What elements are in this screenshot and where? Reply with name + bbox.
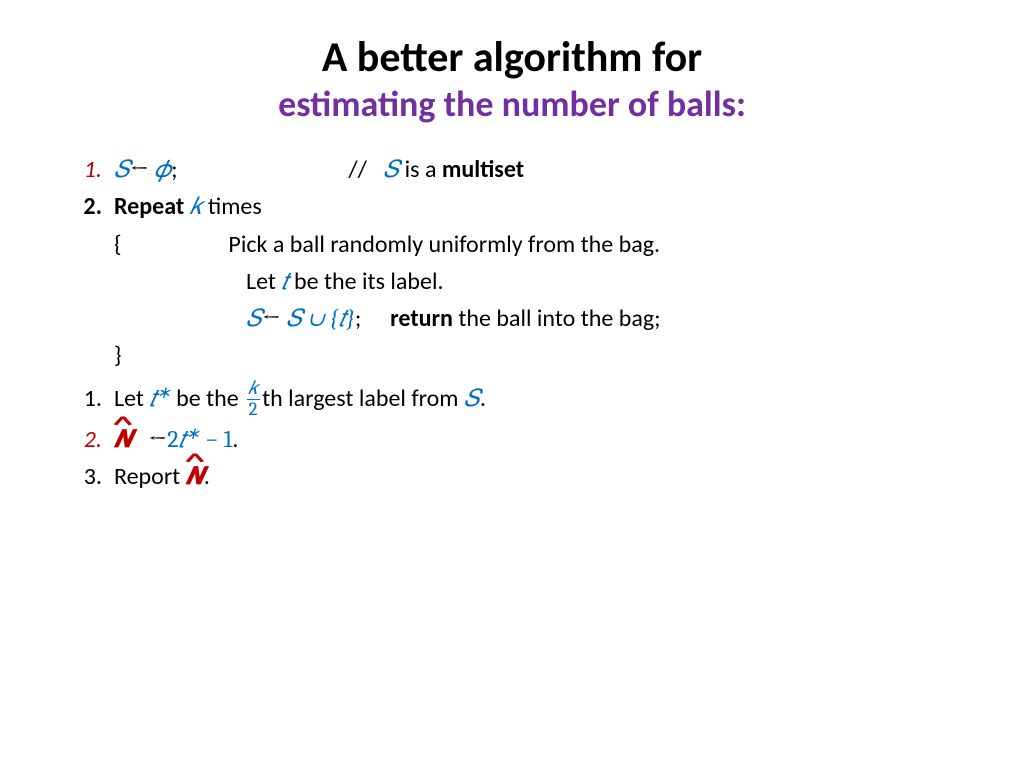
- step-content: Let 𝑡∗ be the 𝑘2th largest label from 𝑆.: [114, 380, 964, 420]
- comment-slashes: //: [348, 155, 367, 184]
- step-number: 2.: [60, 421, 114, 458]
- text-times: times: [202, 192, 261, 221]
- step-content: Let 𝑡 be the its label.: [114, 263, 964, 300]
- step-content: Report 𝑵.: [114, 458, 964, 495]
- var-t: 𝑡: [281, 267, 288, 295]
- var-S-2: 𝑆: [383, 155, 399, 183]
- step-5: 3. Report 𝑵.: [60, 458, 964, 495]
- text-let: Let: [246, 267, 281, 296]
- var-t-star: 𝑡∗: [149, 384, 170, 412]
- slide-title: A better algorithm for estimating the nu…: [60, 34, 964, 127]
- text-return-kw: return: [390, 304, 453, 333]
- var-k: 𝑘: [190, 192, 203, 220]
- semicolon: ;: [355, 304, 361, 333]
- expr-union: 𝑆 ∪ {𝑡}: [286, 304, 355, 332]
- var-phi: 𝜙: [154, 155, 171, 183]
- arrow: ←: [130, 155, 149, 183]
- text-be-label: be the its label.: [289, 267, 444, 296]
- step-content: Repeat 𝑘 times: [114, 188, 964, 225]
- semicolon: ;: [171, 155, 177, 184]
- text-repeat: Repeat: [114, 192, 190, 221]
- rbrace: }: [114, 341, 122, 370]
- step-content: 𝑵 ←2𝑡∗ − 1.: [114, 421, 964, 458]
- var-N-hat: 𝑵: [114, 421, 132, 458]
- text-pick: Pick a ball randomly uniformly from the …: [228, 230, 660, 259]
- var-S: 𝑆: [464, 384, 480, 412]
- step-content: 𝑆← 𝜙; // 𝑆 is a multiset: [114, 151, 964, 188]
- step-2-brace-close: }: [60, 337, 964, 374]
- dot: .: [480, 384, 486, 413]
- step-content: }: [114, 337, 964, 374]
- text-th-largest: th largest label from: [262, 384, 464, 413]
- text-multiset: multiset: [442, 155, 524, 184]
- step-number: 3.: [60, 458, 114, 495]
- step-2-assign: 𝑆← 𝑆 ∪ {𝑡}; return the ball into the bag…: [60, 300, 964, 337]
- arrow: ←: [148, 425, 167, 453]
- text-is-a: is a: [399, 155, 442, 184]
- step-3: 1. Let 𝑡∗ be the 𝑘2th largest label from…: [60, 380, 964, 420]
- arrow: ←: [262, 304, 281, 332]
- step-number: 1.: [60, 380, 114, 417]
- step-number: 1.: [60, 151, 114, 188]
- lbrace: {: [114, 230, 122, 259]
- step-content: { Pick a ball randomly uniformly from th…: [114, 226, 964, 263]
- var-S: 𝑆: [246, 304, 262, 332]
- title-line-2: estimating the number of balls:: [60, 82, 964, 127]
- step-1: 1. 𝑆← 𝜙; // 𝑆 is a multiset: [60, 151, 964, 188]
- var-S: 𝑆: [114, 155, 130, 183]
- title-line-1: A better algorithm for: [60, 34, 964, 82]
- step-content: 𝑆← 𝑆 ∪ {𝑡}; return the ball into the bag…: [114, 300, 964, 337]
- dot: .: [232, 425, 238, 454]
- var-N-hat: 𝑵: [186, 458, 204, 495]
- const-2: 2: [167, 425, 178, 453]
- step-2-brace-open: { Pick a ball randomly uniformly from th…: [60, 226, 964, 263]
- fraction-k-over-2: 𝑘2: [246, 379, 260, 419]
- text-report: Report: [114, 462, 186, 491]
- step-2-let: Let 𝑡 be the its label.: [60, 263, 964, 300]
- step-2: 2. Repeat 𝑘 times: [60, 188, 964, 225]
- algorithm-body: 1. 𝑆← 𝜙; // 𝑆 is a multiset 2. Repeat 𝑘 …: [60, 151, 964, 495]
- text-return-rest: the ball into the bag;: [453, 304, 661, 333]
- step-number: 2.: [60, 188, 114, 225]
- text-be-the: be the: [171, 384, 244, 413]
